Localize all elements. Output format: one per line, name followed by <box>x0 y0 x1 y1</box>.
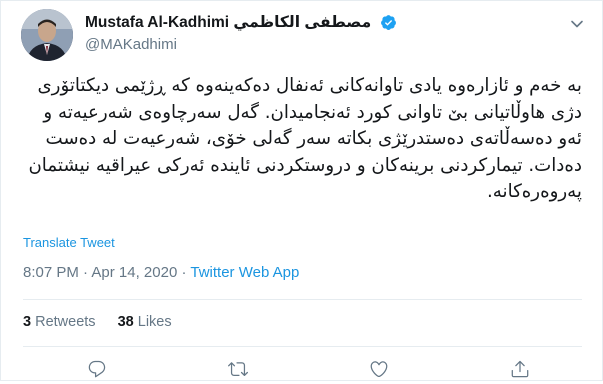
heart-icon[interactable] <box>369 359 389 379</box>
tweet-meta: 8:07 PM · Apr 14, 2020 · Twitter Web App <box>23 264 299 281</box>
likes-count: 38 <box>117 314 134 330</box>
tweet-actions <box>1 357 602 381</box>
retweets-label: Retweets <box>35 314 96 330</box>
divider <box>23 346 582 347</box>
meta-separator: · <box>83 264 89 281</box>
divider <box>23 299 582 300</box>
avatar[interactable] <box>21 9 73 61</box>
verified-badge-icon <box>380 14 397 31</box>
share-icon[interactable] <box>510 359 530 379</box>
tweet-card: Mustafa Al-Kadhimi مصطفى الكاظمي @MAKadh… <box>0 0 603 381</box>
chevron-down-icon[interactable] <box>570 17 584 31</box>
tweet-source[interactable]: Twitter Web App <box>190 264 299 281</box>
tweet-stats: 3 Retweets 38 Likes <box>23 314 190 330</box>
tweet-text: به خەم و ئازارەوە یادی تاوانەکانی ئەنفال… <box>28 75 582 202</box>
tweet-date[interactable]: Apr 14, 2020 <box>91 264 177 281</box>
user-handle[interactable]: @MAKadhimi <box>85 36 397 53</box>
reply-icon[interactable] <box>87 359 107 379</box>
retweets-count: 3 <box>23 314 32 330</box>
retweets-stat[interactable]: 3 Retweets <box>23 314 96 330</box>
translate-tweet-link[interactable]: Translate Tweet <box>23 235 115 250</box>
retweet-icon[interactable] <box>228 359 248 379</box>
likes-stat[interactable]: 38 Likes <box>118 314 172 330</box>
meta-separator: · <box>181 264 187 281</box>
likes-label: Likes <box>137 314 172 330</box>
user-names: Mustafa Al-Kadhimi مصطفى الكاظمي @MAKadh… <box>85 13 397 53</box>
display-name[interactable]: Mustafa Al-Kadhimi مصطفى الكاظمي <box>85 13 371 32</box>
tweet-time[interactable]: 8:07 PM <box>23 264 79 281</box>
